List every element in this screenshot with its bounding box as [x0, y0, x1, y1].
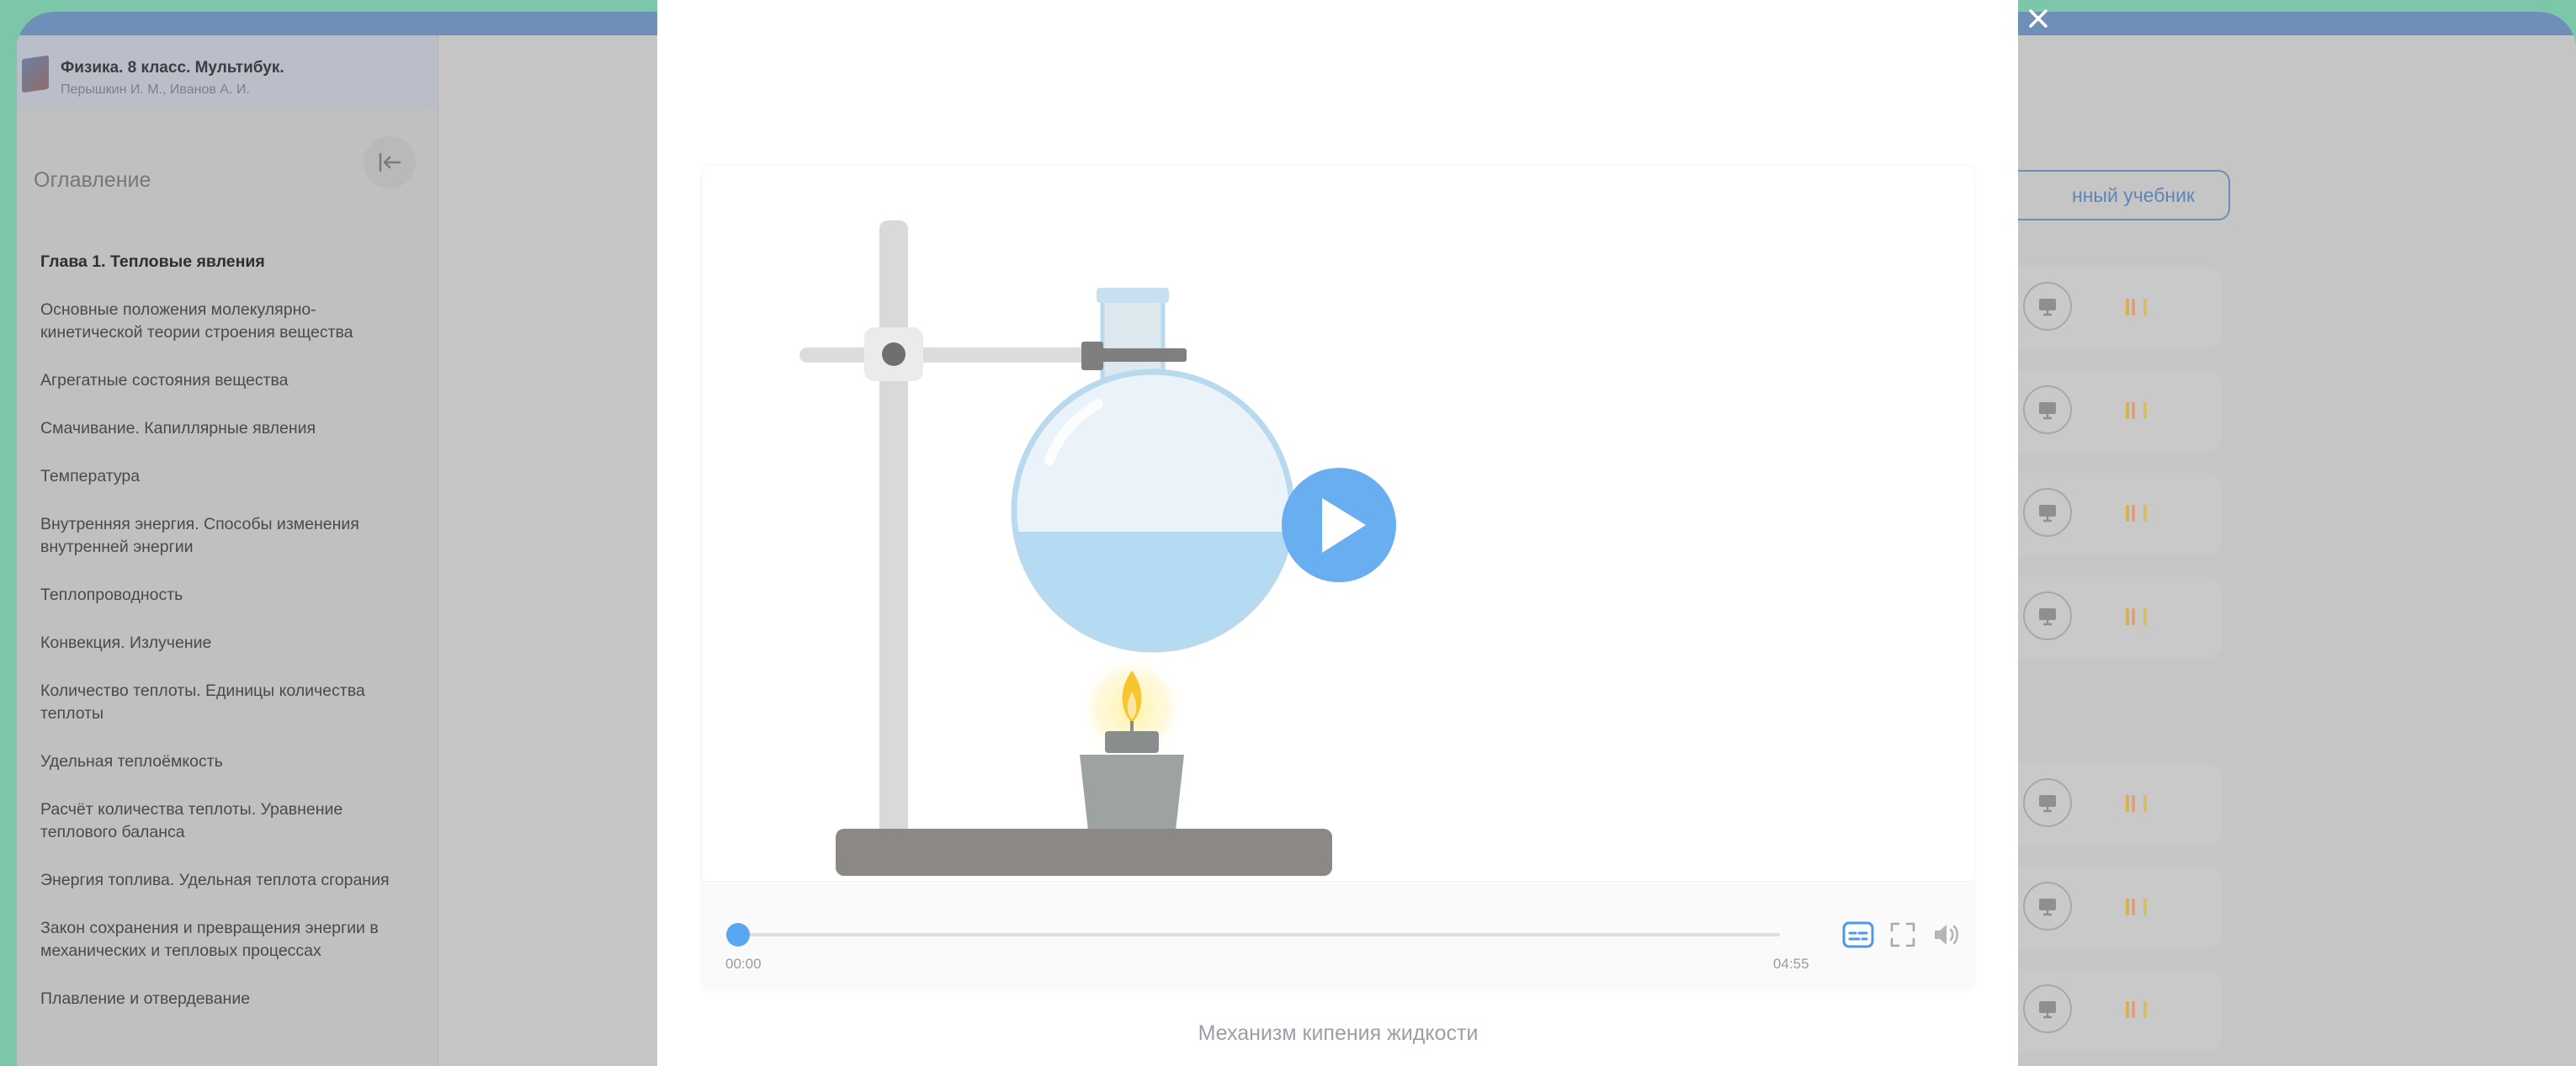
presentation-icon — [2039, 505, 2056, 522]
player-controls: 00:00 04:55 — [703, 881, 1973, 989]
presentation-icon — [2039, 608, 2056, 626]
level-bars-icon — [2126, 899, 2147, 915]
current-time: 00:00 — [725, 956, 762, 972]
presentation-icon — [2039, 402, 2056, 420]
level-bars-icon — [2126, 402, 2147, 419]
toc-item[interactable]: Температура — [40, 465, 411, 488]
toc-chapter[interactable]: Глава 1. Тепловые явления — [40, 251, 411, 273]
progress-thumb[interactable] — [726, 923, 750, 947]
level-bars-icon — [2126, 505, 2147, 522]
presentation-icon — [2039, 299, 2056, 316]
level-bars-icon — [2126, 608, 2147, 625]
toc-item[interactable]: Смачивание. Капиллярные явления — [40, 417, 411, 440]
book-title: Физика. 8 класс. Мультибук. — [61, 59, 284, 77]
toc-title: Оглавление — [34, 168, 151, 192]
video-player: 00:00 04:55 — [703, 166, 1973, 989]
toc-list: Глава 1. Тепловые явления Основные положе… — [40, 251, 411, 1036]
toc-item[interactable]: Плавление и отвердевание — [40, 988, 411, 1010]
subtitles-button[interactable] — [1840, 917, 1876, 952]
toc-item[interactable]: Агрегатные состояния вещества — [40, 369, 411, 392]
video-frame[interactable] — [703, 166, 1973, 881]
fullscreen-icon — [1890, 922, 1915, 947]
presentation-button[interactable] — [2023, 984, 2072, 1033]
close-icon — [2029, 9, 2048, 28]
book-header[interactable]: Физика. 8 класс. Мультибук. Перышкин И. … — [17, 35, 438, 109]
duration: 04:55 — [1773, 956, 1809, 972]
book-authors: Перышкин И. М., Иванов А. И. — [61, 82, 250, 97]
toc-item[interactable]: Закон сохранения и превращения энергии в… — [40, 917, 411, 963]
flask-illustration — [1011, 288, 1295, 653]
presentation-button[interactable] — [2023, 778, 2072, 827]
toc-item[interactable]: Теплопроводность — [40, 584, 411, 607]
collapse-sidebar-button[interactable] — [364, 136, 416, 188]
close-button[interactable] — [2020, 0, 2057, 37]
stand-base-illustration — [836, 829, 1332, 876]
sidebar: Физика. 8 класс. Мультибук. Перышкин И. … — [17, 35, 438, 1066]
volume-button[interactable] — [1929, 917, 1964, 952]
toc-item[interactable]: Основные положения молекулярно-кинетичес… — [40, 299, 411, 344]
toc-item[interactable]: Внутренняя энергия. Способы изменения вн… — [40, 513, 411, 559]
presentation-icon — [2039, 899, 2056, 916]
presentation-button[interactable] — [2023, 591, 2072, 640]
toc-item[interactable]: Конвекция. Излучение — [40, 632, 411, 655]
presentation-icon — [2039, 795, 2056, 813]
level-bars-icon — [2126, 299, 2147, 316]
presentation-button[interactable] — [2023, 882, 2072, 931]
video-caption: Механизм кипения жидкости — [1198, 1021, 1479, 1045]
volume-icon — [1935, 925, 1959, 945]
collapse-sidebar-icon — [379, 152, 401, 172]
presentation-button[interactable] — [2023, 282, 2072, 331]
play-button[interactable] — [1282, 468, 1396, 582]
level-bars-icon — [2126, 795, 2147, 812]
toc-item[interactable]: Энергия топлива. Удельная теплота сгоран… — [40, 869, 411, 892]
toc-item[interactable]: Расчёт количества теплоты. Уравнение теп… — [40, 798, 411, 844]
toc-item[interactable]: Количество теплоты. Единицы количества т… — [40, 680, 411, 725]
presentation-button[interactable] — [2023, 488, 2072, 537]
toc-item[interactable]: Удельная теплоёмкость — [40, 750, 411, 773]
level-bars-icon — [2126, 1001, 2147, 1018]
progress-bar[interactable] — [738, 933, 1780, 936]
presentation-icon — [2039, 1001, 2056, 1019]
subtitles-icon — [1842, 921, 1874, 948]
fullscreen-button[interactable] — [1885, 917, 1920, 952]
burner-illustration — [1080, 656, 1184, 830]
presentation-button[interactable] — [2023, 385, 2072, 434]
book-cover-icon — [22, 55, 49, 93]
